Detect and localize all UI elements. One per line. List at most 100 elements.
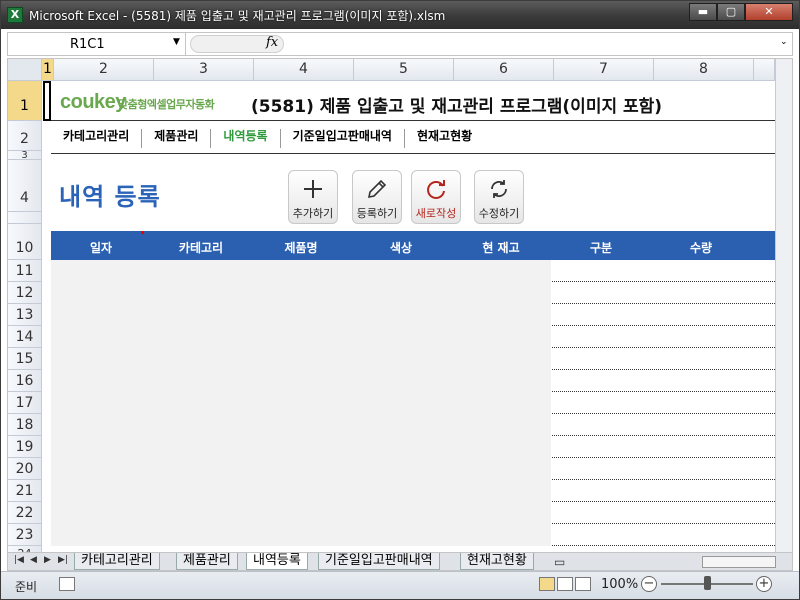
nav-entry[interactable]: 내역등록 (211, 129, 281, 148)
row-header[interactable]: 20 (8, 458, 42, 480)
column-header[interactable]: 2 (54, 59, 154, 81)
column-header[interactable] (754, 59, 775, 81)
row-header[interactable]: 23 (8, 524, 42, 546)
table-row[interactable] (51, 502, 775, 524)
new-entry-button[interactable]: 새로작성 (411, 170, 461, 224)
table-row[interactable] (51, 304, 775, 326)
new-sheet-icon[interactable]: ▭ (554, 555, 565, 569)
row-header[interactable]: 11 (8, 260, 42, 282)
table-row[interactable] (51, 348, 775, 370)
plus-icon (304, 180, 322, 198)
normal-view-icon[interactable] (539, 577, 555, 591)
column-header[interactable]: 4 (254, 59, 354, 81)
nav-category[interactable]: 카테고리관리 (51, 129, 143, 148)
horizontal-scrollbar[interactable] (702, 556, 776, 568)
col-date: 일자 (89, 241, 113, 255)
column-header[interactable]: 1 (42, 59, 54, 81)
row-header[interactable]: 2 (8, 121, 42, 151)
table-row[interactable] (51, 282, 775, 304)
expand-formula-bar-icon[interactable]: ⌄ (780, 37, 788, 47)
column-header[interactable]: 6 (454, 59, 554, 81)
worksheet-grid[interactable]: 1 2 3 4 5 6 7 8 1 2 3 4 10 11 12 13 14 1… (7, 58, 793, 553)
table-row[interactable] (51, 480, 775, 502)
zoom-slider-thumb[interactable] (704, 576, 711, 590)
name-box[interactable]: R1C1 ▼ (8, 33, 186, 55)
zoom-in-button[interactable]: + (756, 576, 772, 592)
tab-daily-history[interactable]: 기준일입고판매내역 (318, 553, 440, 570)
row-header[interactable]: 12 (8, 282, 42, 304)
first-sheet-icon[interactable]: |◀ (14, 555, 24, 565)
tab-products[interactable]: 제품관리 (176, 553, 238, 570)
row-header[interactable]: 14 (8, 326, 42, 348)
table-row[interactable] (51, 458, 775, 480)
column-header[interactable]: 7 (554, 59, 654, 81)
tab-stock-status[interactable]: 현재고현황 (460, 553, 534, 570)
sheet-tab-bar: |◀ ◀ ▶ ▶| 카테고리관리 제품관리 내역등록 기준일입고판매내역 현재고… (7, 553, 793, 571)
divider (51, 120, 775, 121)
column-header[interactable]: 8 (654, 59, 754, 81)
col-product: 제품명 (284, 241, 318, 255)
select-all-corner[interactable] (8, 59, 42, 81)
next-sheet-icon[interactable]: ▶ (44, 555, 51, 565)
row-header[interactable]: 19 (8, 436, 42, 458)
table-row[interactable] (51, 392, 775, 414)
excel-icon[interactable]: X (7, 7, 23, 23)
register-button-label: 등록하기 (356, 207, 398, 220)
last-sheet-icon[interactable]: ▶| (58, 555, 68, 565)
window-title: Microsoft Excel - (5581) 제품 입출고 및 재고관리 프… (29, 9, 446, 23)
row-header[interactable]: 17 (8, 392, 42, 414)
macro-record-icon[interactable] (59, 577, 75, 591)
row-header[interactable]: 24 (8, 546, 42, 552)
status-bar: 준비 100% − + (1, 571, 799, 599)
vertical-scrollbar[interactable] (775, 59, 792, 552)
col-qty: 수량 (689, 241, 713, 255)
nav-products[interactable]: 제품관리 (142, 129, 212, 148)
zoom-level[interactable]: 100% (601, 577, 638, 592)
column-header[interactable]: 5 (354, 59, 454, 81)
status-ready: 준비 (15, 580, 38, 594)
row-header[interactable]: 18 (8, 414, 42, 436)
row-header[interactable]: 10 (8, 224, 42, 260)
add-button[interactable]: 추가하기 (288, 170, 338, 224)
tab-category[interactable]: 카테고리관리 (74, 553, 160, 570)
table-row[interactable] (51, 524, 775, 546)
coukey-logo: coukey (60, 91, 126, 113)
table-row[interactable] (51, 436, 775, 458)
col-category: 카테고리 (178, 241, 224, 255)
row-header[interactable]: 16 (8, 370, 42, 392)
close-button[interactable]: ✕ (745, 3, 793, 21)
maximize-button[interactable]: ▢ (717, 3, 745, 21)
col-color: 색상 (389, 241, 413, 255)
register-button[interactable]: 등록하기 (352, 170, 402, 224)
formula-input[interactable] (290, 36, 770, 52)
prev-sheet-icon[interactable]: ◀ (30, 555, 37, 565)
active-cell[interactable] (43, 81, 51, 121)
insert-function-icon[interactable]: fx (266, 35, 278, 50)
nav-stock-status[interactable]: 현재고현황 (405, 129, 484, 148)
nav-daily-history[interactable]: 기준일입고판매내역 (281, 129, 405, 148)
table-row[interactable] (51, 260, 775, 282)
table-row[interactable] (51, 414, 775, 436)
table-row[interactable] (51, 326, 775, 348)
title-bar: X Microsoft Excel - (5581) 제품 입출고 및 재고관리… (1, 1, 799, 29)
row-header[interactable]: 13 (8, 304, 42, 326)
zoom-out-button[interactable]: − (641, 576, 657, 592)
page-break-view-icon[interactable] (575, 577, 591, 591)
chevron-down-icon[interactable]: ▼ (173, 37, 180, 47)
column-header[interactable]: 3 (154, 59, 254, 81)
row-header[interactable] (8, 212, 42, 224)
row-header[interactable]: 21 (8, 480, 42, 502)
sheet-nav: 카테고리관리 제품관리 내역등록 기준일입고판매내역 현재고현황 (51, 126, 484, 148)
table-row[interactable] (51, 370, 775, 392)
row-header[interactable]: 4 (8, 160, 42, 212)
row-header[interactable]: 3 (8, 151, 42, 161)
row-header[interactable]: 15 (8, 348, 42, 370)
row-header[interactable]: 22 (8, 502, 42, 524)
edit-button[interactable]: 수정하기 (474, 170, 524, 224)
add-button-label: 추가하기 (292, 207, 334, 220)
page-layout-view-icon[interactable] (557, 577, 573, 591)
minimize-button[interactable]: ▬ (689, 3, 717, 21)
edit-button-label: 수정하기 (478, 207, 520, 220)
tab-entry[interactable]: 내역등록 (246, 553, 308, 570)
row-header[interactable]: 1 (8, 81, 42, 121)
